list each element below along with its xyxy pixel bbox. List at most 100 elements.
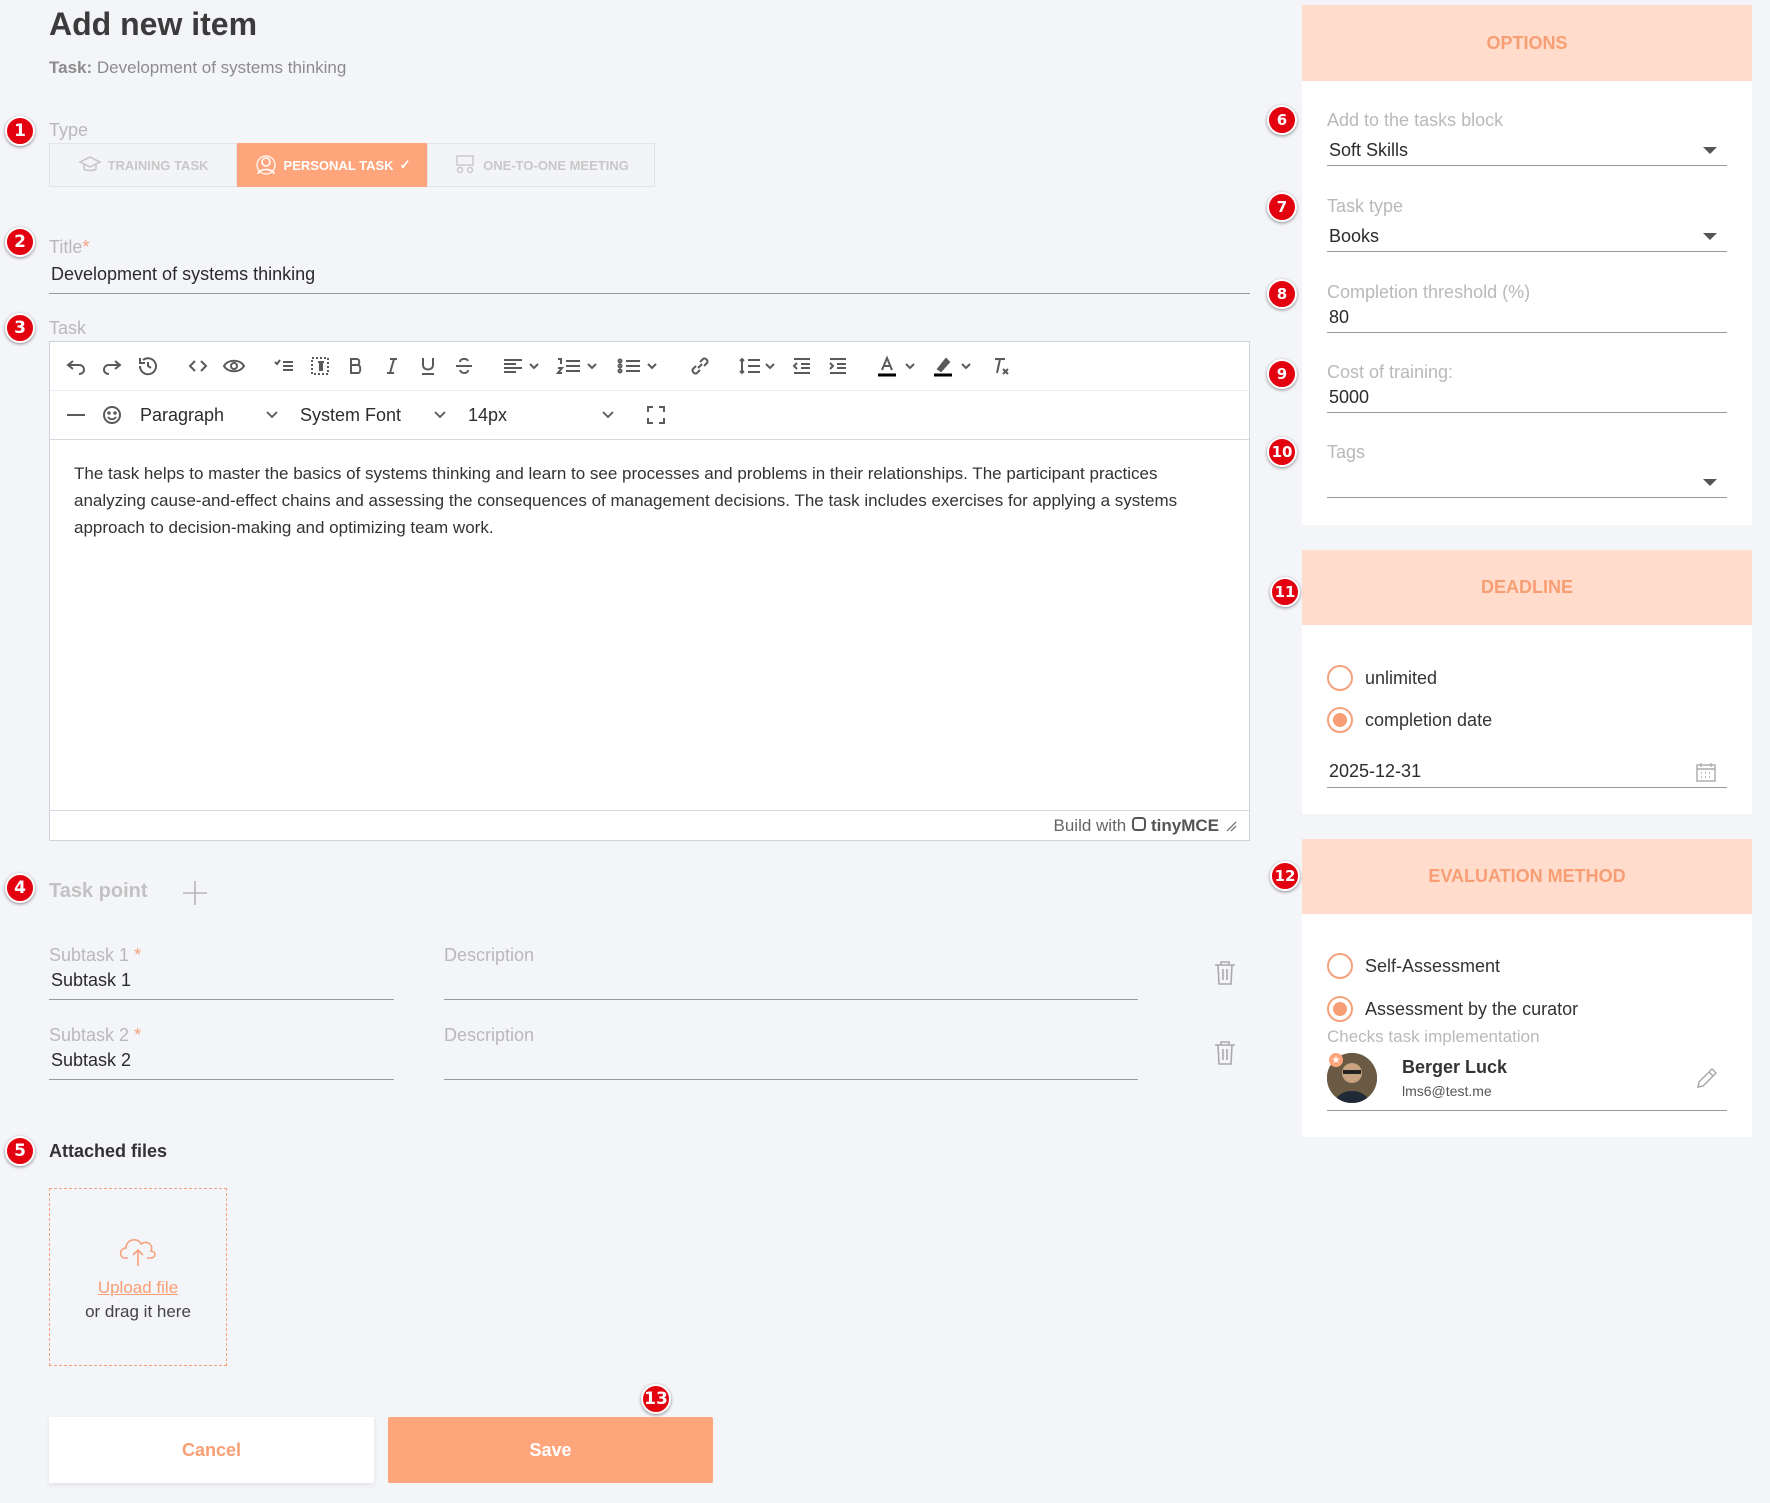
checker-label: Checks task implementation (1327, 1027, 1540, 1046)
numbered-list-icon[interactable] (548, 349, 608, 383)
emoji-icon[interactable] (94, 398, 130, 432)
strikethrough-icon[interactable] (446, 349, 482, 383)
checklist-icon[interactable] (266, 349, 302, 383)
highlight-color-icon[interactable] (926, 349, 982, 383)
font-size-select[interactable]: 14px (458, 398, 626, 432)
radio-self-assessment[interactable] (1327, 953, 1353, 979)
deadline-date-input[interactable]: 2025-12-31 (1327, 761, 1727, 788)
type-personal-task-button[interactable]: PERSONAL TASK ✓ (237, 143, 427, 187)
tinymce-icon (1132, 816, 1147, 831)
chevron-down-icon (434, 411, 446, 419)
tinymce-brand: tinyMCE (1151, 815, 1219, 835)
upload-file-link[interactable]: Upload file (98, 1278, 178, 1298)
italic-icon[interactable] (374, 349, 410, 383)
dropdown-caret-icon (1703, 233, 1717, 240)
add-task-point-icon[interactable] (182, 880, 208, 906)
outdent-icon[interactable] (784, 349, 820, 383)
tasks-block-label: Add to the tasks block (1327, 110, 1504, 130)
block-format-select[interactable]: Paragraph (130, 398, 290, 432)
align-icon[interactable] (496, 349, 548, 383)
threshold-label: Completion threshold (%) (1327, 282, 1531, 302)
person-target-icon (255, 155, 276, 175)
subtask-1-label: Subtask 1 * (49, 945, 141, 966)
title-input[interactable]: Development of systems thinking (49, 260, 1250, 294)
task-point-heading: Task point (49, 880, 148, 902)
trash-icon[interactable] (1213, 1040, 1237, 1071)
type-one-to-one-button[interactable]: ONE-TO-ONE MEETING (427, 143, 655, 187)
marker-5: 5 (5, 1136, 35, 1166)
preview-eye-icon[interactable] (216, 349, 252, 383)
font-family-value: System Font (300, 404, 402, 425)
subtask-2-description-placeholder: Description (444, 1025, 535, 1045)
edit-pencil-icon[interactable] (1694, 1065, 1720, 1091)
curator-assessment-option[interactable]: Assessment by the curator (1327, 996, 1578, 1022)
cancel-button[interactable]: Cancel (49, 1417, 374, 1483)
self-assessment-option[interactable]: Self-Assessment (1327, 953, 1500, 979)
deadline-date-value: 2025-12-31 (1329, 761, 1422, 781)
cost-label: Cost of training: (1327, 362, 1454, 382)
redo-icon[interactable] (94, 349, 130, 383)
subtask-2-description-input[interactable] (444, 1046, 1138, 1080)
line-height-icon[interactable] (732, 349, 784, 383)
curator-email: lms6@test.me (1402, 1083, 1492, 1099)
task-type-select[interactable]: Books (1327, 226, 1727, 252)
show-blocks-icon[interactable] (302, 349, 338, 383)
deadline-unlimited-option[interactable]: unlimited (1327, 665, 1437, 691)
tags-select[interactable] (1327, 474, 1727, 498)
graduation-cap-icon (77, 156, 102, 172)
chevron-down-icon (602, 411, 614, 419)
page-title: Add new item (49, 6, 258, 42)
type-personal-label: PERSONAL TASK (283, 157, 394, 173)
radio-unlimited[interactable] (1327, 665, 1353, 691)
radio-curator-assessment[interactable] (1327, 996, 1353, 1022)
source-code-icon[interactable] (180, 349, 216, 383)
horizontal-line-icon[interactable] (58, 398, 94, 432)
resize-handle-icon[interactable] (1225, 820, 1237, 832)
underline-icon[interactable] (410, 349, 446, 383)
type-meeting-label: ONE-TO-ONE MEETING (483, 157, 629, 173)
required-mark: * (134, 1025, 142, 1045)
radio-completion-date[interactable] (1327, 707, 1353, 733)
link-icon[interactable] (682, 349, 718, 383)
rich-text-editor: Paragraph System Font 14px The task help… (49, 341, 1250, 841)
text-color-icon[interactable] (870, 349, 926, 383)
subtask-1-description-input[interactable] (444, 966, 1138, 1000)
type-training-label: TRAINING TASK (107, 157, 209, 173)
upload-hint: or drag it here (85, 1302, 191, 1321)
bullet-list-icon[interactable] (608, 349, 668, 383)
marker-7: 7 (1267, 192, 1297, 222)
bold-icon[interactable] (338, 349, 374, 383)
marker-4: 4 (5, 873, 35, 903)
history-icon[interactable] (130, 349, 166, 383)
block-format-value: Paragraph (140, 404, 225, 425)
marker-8: 8 (1267, 279, 1297, 309)
task-label: Task (49, 318, 87, 338)
marker-1: 1 (5, 116, 35, 146)
marker-6: 6 (1267, 105, 1297, 135)
tasks-block-select[interactable]: Soft Skills (1327, 140, 1727, 166)
deadline-completion-date-option[interactable]: completion date (1327, 707, 1492, 733)
marker-10: 10 (1267, 437, 1297, 467)
tinymce-logo: tinyMCE (1132, 816, 1219, 836)
font-family-select[interactable]: System Font (290, 398, 458, 432)
cost-input[interactable]: 5000 (1327, 387, 1727, 413)
required-mark: * (82, 237, 90, 257)
fullscreen-icon[interactable] (638, 398, 674, 432)
indent-icon[interactable] (820, 349, 856, 383)
subtask-2-input[interactable]: Subtask 2 (49, 1046, 394, 1080)
attached-files-heading: Attached files (49, 1141, 168, 1161)
calendar-icon[interactable] (1695, 761, 1717, 783)
editor-content[interactable]: The task helps to master the basics of s… (50, 440, 1249, 810)
undo-icon[interactable] (58, 349, 94, 383)
trash-icon[interactable] (1213, 960, 1237, 991)
task-type-value: Books (1329, 226, 1380, 246)
chevron-down-icon (266, 411, 278, 419)
font-size-value: 14px (468, 404, 508, 425)
threshold-input[interactable]: 80 (1327, 307, 1727, 333)
save-button[interactable]: Save (388, 1417, 713, 1483)
upload-dropzone[interactable]: Upload file or drag it here (49, 1188, 227, 1366)
type-training-task-button[interactable]: TRAINING TASK (49, 143, 237, 187)
star-badge-icon: ★ (1329, 1053, 1343, 1067)
clear-formatting-icon[interactable] (982, 349, 1018, 383)
subtask-1-input[interactable]: Subtask 1 (49, 966, 394, 1000)
